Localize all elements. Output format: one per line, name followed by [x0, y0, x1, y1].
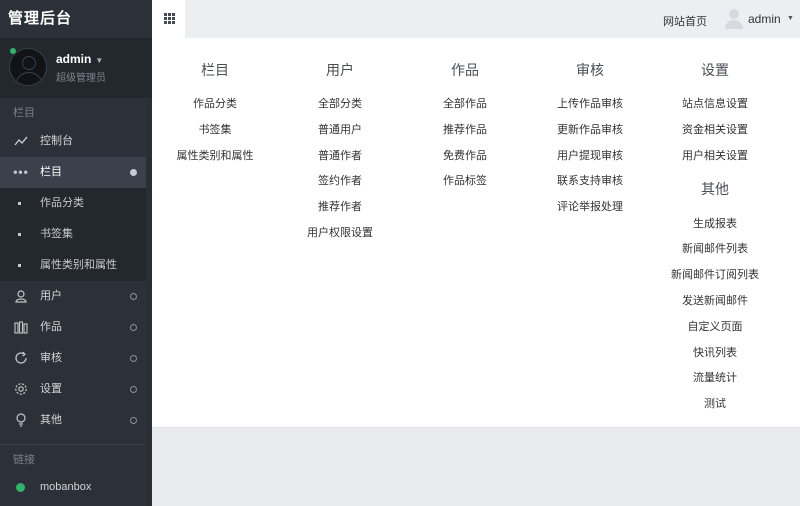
green-dot-icon: [16, 483, 25, 492]
section-title-links: 链接: [13, 454, 35, 466]
expand-indicator-icon: [130, 293, 137, 300]
refresh-icon: [12, 343, 30, 377]
bullet-icon: [18, 233, 21, 236]
top-user-name[interactable]: admin: [748, 12, 781, 26]
site-home-link[interactable]: 网站首页: [663, 13, 707, 29]
expand-indicator-icon: [130, 386, 137, 393]
menu-item[interactable]: 生成报表: [635, 215, 795, 231]
user-icon: [12, 281, 30, 315]
gear-icon: [12, 374, 30, 408]
user-name-dropdown[interactable]: admin ▼: [56, 52, 103, 66]
sidebar-item-other[interactable]: 其他: [0, 405, 152, 436]
column-title: 栏目: [201, 62, 229, 78]
expand-indicator-icon: [130, 355, 137, 362]
menu-item[interactable]: 快讯列表: [635, 344, 795, 360]
sidebar-item-columns[interactable]: ••• 栏目: [0, 157, 152, 188]
app-grid-button[interactable]: [152, 0, 185, 38]
section-title-nav: 栏目: [13, 107, 35, 119]
column-subtitle-other: 其他: [701, 181, 729, 197]
sidebar-item-users[interactable]: 用户: [0, 281, 152, 312]
sidebar-item-review[interactable]: 审核: [0, 343, 152, 374]
menu-item[interactable]: 发送新闻邮件: [635, 292, 795, 308]
user-panel: admin ▼ 超级管理员: [0, 38, 152, 98]
sidebar-link-mobanbox[interactable]: mobanbox: [0, 473, 152, 501]
menu-item[interactable]: 用户相关设置: [635, 147, 795, 163]
bullet-icon: [18, 264, 21, 267]
user-avatar-icon[interactable]: [725, 9, 743, 29]
menu-item[interactable]: 流量统计: [635, 369, 795, 385]
expand-indicator-icon: [130, 324, 137, 331]
expand-indicator-icon: [130, 417, 137, 424]
bullet-icon: [18, 202, 21, 205]
expand-indicator-icon: [130, 169, 137, 176]
menu-item[interactable]: 站点信息设置: [635, 95, 795, 111]
menu-item[interactable]: 评论举报处理: [510, 198, 670, 214]
sidebar-subitem-work-category[interactable]: 作品分类: [0, 188, 152, 219]
sidebar-item-works[interactable]: 作品: [0, 312, 152, 343]
menu-item[interactable]: 测试: [635, 395, 795, 411]
sidebar-subitem-bookmarks[interactable]: 书签集: [0, 219, 152, 250]
column-title: 设置: [701, 62, 729, 78]
menu-item[interactable]: 联系支持审核: [510, 172, 670, 188]
chart-line-icon: [12, 126, 30, 159]
sidebar-item-dashboard[interactable]: 控制台: [0, 126, 152, 157]
books-icon: [12, 312, 30, 346]
chevron-down-icon: ▼: [95, 56, 104, 65]
mega-menu-panel: 栏目 作品分类 书签集 属性类别和属性 用户 全部分类 普通用户 普通作者 签约…: [152, 38, 800, 428]
avatar[interactable]: [9, 48, 47, 86]
column-title: 作品: [451, 62, 479, 78]
menu-item[interactable]: 新闻邮件列表: [635, 240, 795, 256]
menu-item[interactable]: 新闻邮件订阅列表: [635, 266, 795, 282]
menu-item[interactable]: 用户权限设置: [260, 224, 420, 240]
column-title: 用户: [326, 62, 354, 78]
top-navbar: 网站首页 admin ▼: [152, 0, 800, 38]
chevron-down-icon[interactable]: ▼: [787, 15, 794, 22]
sidebar-subitem-attributes[interactable]: 属性类别和属性: [0, 250, 152, 281]
menu-item[interactable]: 自定义页面: [635, 318, 795, 334]
brand-title[interactable]: 管理后台: [0, 0, 152, 38]
column-title: 审核: [576, 62, 604, 78]
menu-item[interactable]: 资金相关设置: [635, 121, 795, 137]
sidebar-item-settings[interactable]: 设置: [0, 374, 152, 405]
user-role: 超级管理员: [56, 73, 106, 84]
bulb-icon: [12, 405, 30, 439]
sidebar: 管理后台 admin ▼ 超级管理员 栏目 控制台 ••• 栏目 作品分类 书签集…: [0, 0, 152, 506]
more-dots-icon: •••: [13, 165, 29, 179]
online-status-dot: [10, 48, 16, 54]
menu-item[interactable]: 推荐作者: [260, 198, 420, 214]
